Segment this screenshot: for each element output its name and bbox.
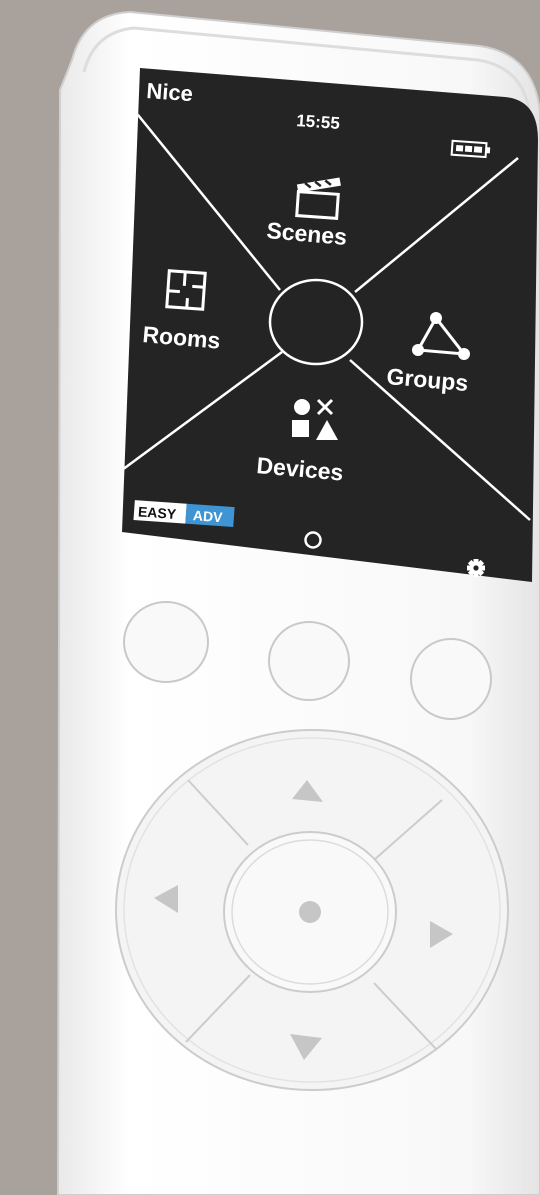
function-button-3[interactable]: [410, 638, 492, 720]
gear-icon[interactable]: [467, 559, 485, 577]
function-button-1[interactable]: [123, 601, 209, 683]
d-pad: [115, 729, 509, 1091]
center-dot-icon: [299, 901, 321, 923]
remote-control-scene: Nice 15:55 Scenes Rooms Groups Devices E…: [56, 10, 540, 1195]
mode-adv-label: ADV: [192, 507, 223, 525]
function-button-2[interactable]: [268, 621, 350, 701]
clock: 15:55: [296, 111, 341, 133]
brand-label: Nice: [146, 78, 194, 106]
center-circle[interactable]: [268, 278, 364, 366]
mode-easy-label: EASY: [138, 503, 178, 522]
touch-screen[interactable]: Nice 15:55 Scenes Rooms Groups Devices E…: [122, 68, 538, 582]
